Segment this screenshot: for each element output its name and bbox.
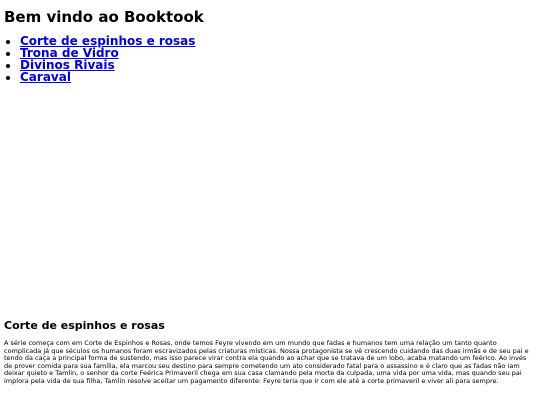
page-title: Bem vindo ao Booktook: [4, 8, 204, 26]
section-heading: Corte de espinhos e rosas: [4, 319, 165, 332]
section-paragraph: A série começa com em Corte de Espinhos …: [4, 339, 529, 385]
nav-link-caraval[interactable]: Caraval: [20, 70, 71, 84]
list-item: Caraval: [20, 71, 195, 83]
book-nav-list: Corte de espinhos e rosas Trona de Vidro…: [0, 35, 195, 83]
page: Bem vindo ao Booktook Corte de espinhos …: [0, 0, 540, 405]
